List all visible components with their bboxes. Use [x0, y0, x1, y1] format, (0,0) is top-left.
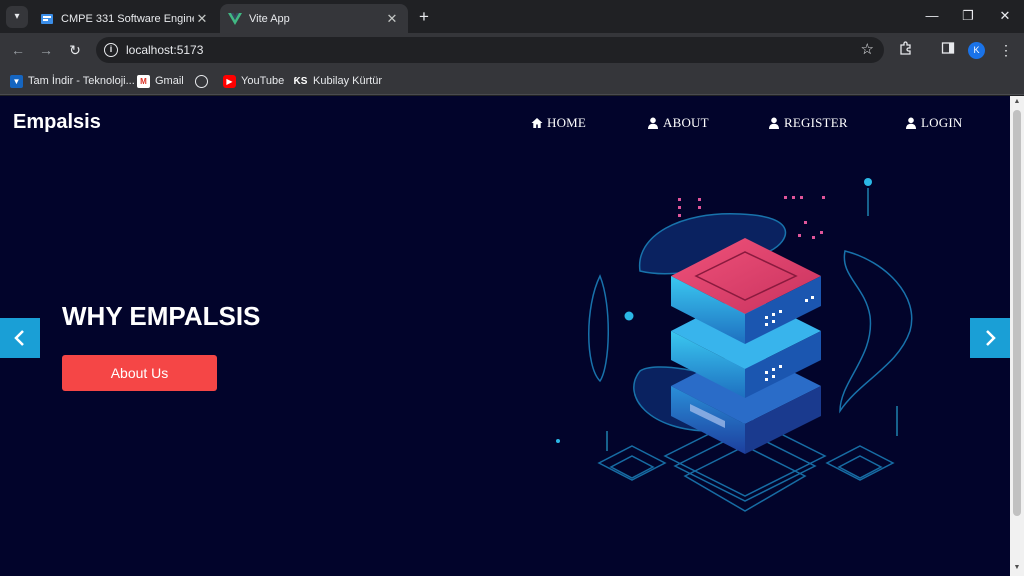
- browser-toolbar: ← → ↻ i localhost:5173 ☆ K ⋮: [0, 33, 1024, 67]
- web-page: Empalsis HOME ABOUT REGISTER LOGIN WHY E…: [0, 96, 1010, 576]
- scroll-up-icon[interactable]: ▲: [1013, 98, 1021, 105]
- ks-logo-icon: ƘS: [293, 75, 308, 87]
- close-tab-icon[interactable]: ✕: [384, 11, 400, 27]
- bookmark-label: YouTube: [241, 75, 285, 87]
- bookmark-youtube[interactable]: ▶ YouTube: [223, 73, 284, 89]
- user-icon: [906, 117, 916, 129]
- chevron-right-icon: [986, 330, 996, 346]
- bookmark-tamindir[interactable]: ▼ Tam İndir - Teknoloji...: [10, 73, 135, 89]
- nav-label: ABOUT: [663, 115, 709, 130]
- browser-tab-vite[interactable]: Vite App ✕: [220, 4, 408, 33]
- nav-register[interactable]: REGISTER: [768, 115, 848, 131]
- side-panel-icon[interactable]: [937, 39, 959, 61]
- nav-label: HOME: [547, 115, 587, 130]
- nav-login[interactable]: LOGIN: [905, 115, 962, 131]
- extensions-icon[interactable]: [895, 39, 917, 61]
- youtube-icon: ▶: [223, 74, 236, 88]
- tab-title: CMPE 331 Software Engineering: [61, 12, 194, 25]
- tab-search-button[interactable]: ▾: [6, 6, 28, 28]
- browser-tab-strip: ▾ CMPE 331 Software Engineering ✕ Vite A…: [0, 0, 1024, 33]
- scrollbar-thumb[interactable]: [1013, 110, 1021, 516]
- globe-icon: [195, 74, 208, 88]
- vue-favicon-icon: [228, 12, 242, 25]
- bookmark-label: Tam İndir - Teknoloji...: [28, 75, 135, 87]
- gmail-icon: M: [137, 74, 150, 88]
- bookmark-gmail[interactable]: M Gmail: [137, 73, 184, 89]
- close-window-button[interactable]: ✕: [987, 4, 1023, 28]
- home-icon: [531, 118, 543, 128]
- minimize-button[interactable]: —: [914, 4, 950, 28]
- new-tab-button[interactable]: +: [414, 7, 434, 27]
- nav-about[interactable]: ABOUT: [647, 115, 709, 131]
- sidebar-toggle-icon: [941, 42, 955, 54]
- tamindir-icon: ▼: [10, 74, 23, 88]
- reload-icon[interactable]: ↻: [64, 39, 86, 61]
- site-logo[interactable]: Empalsis: [13, 111, 101, 134]
- user-icon: [648, 117, 658, 129]
- close-tab-icon[interactable]: ✕: [194, 11, 210, 27]
- bookmark-label: Kubilay Kürtür: [313, 75, 383, 87]
- nav-label: LOGIN: [921, 115, 963, 130]
- cmpe-favicon-icon: [41, 13, 53, 24]
- back-arrow-icon[interactable]: ←: [7, 39, 29, 61]
- forward-arrow-icon[interactable]: →: [35, 39, 57, 61]
- tab-title: Vite App: [249, 12, 290, 25]
- restore-button[interactable]: ❐: [950, 4, 986, 28]
- chevron-left-icon: [14, 330, 24, 346]
- bookmark-globe[interactable]: [195, 73, 213, 89]
- carousel-prev-button[interactable]: [0, 318, 40, 358]
- hero-title: WHY EMPALSIS: [62, 301, 261, 331]
- site-info-icon[interactable]: i: [104, 43, 118, 57]
- browser-tab-cmpe[interactable]: CMPE 331 Software Engineering ✕: [32, 4, 218, 33]
- about-us-button[interactable]: About Us: [62, 355, 217, 391]
- menu-kebab-icon[interactable]: ⋮: [995, 39, 1017, 61]
- profile-avatar[interactable]: K: [968, 42, 985, 59]
- scroll-down-icon[interactable]: ▼: [1013, 564, 1021, 571]
- bookmark-kubilay[interactable]: ƘS Kubilay Kürtür: [293, 73, 383, 89]
- puzzle-icon: [900, 41, 911, 55]
- nav-label: REGISTER: [784, 115, 848, 130]
- carousel-next-button[interactable]: [970, 318, 1010, 358]
- bookmarks-bar: ▼ Tam İndir - Teknoloji... M Gmail ▶ You…: [0, 67, 1024, 95]
- server-stack-illustration: [556, 178, 913, 512]
- page-scrollbar[interactable]: ▲ ▼: [1010, 96, 1024, 576]
- url-text[interactable]: localhost:5173: [126, 43, 203, 57]
- address-bar[interactable]: i localhost:5173 ☆: [96, 37, 884, 63]
- bookmark-star-icon[interactable]: ☆: [861, 40, 874, 58]
- bookmark-label: Gmail: [155, 75, 184, 87]
- nav-home[interactable]: HOME: [531, 115, 586, 131]
- user-icon: [769, 117, 779, 129]
